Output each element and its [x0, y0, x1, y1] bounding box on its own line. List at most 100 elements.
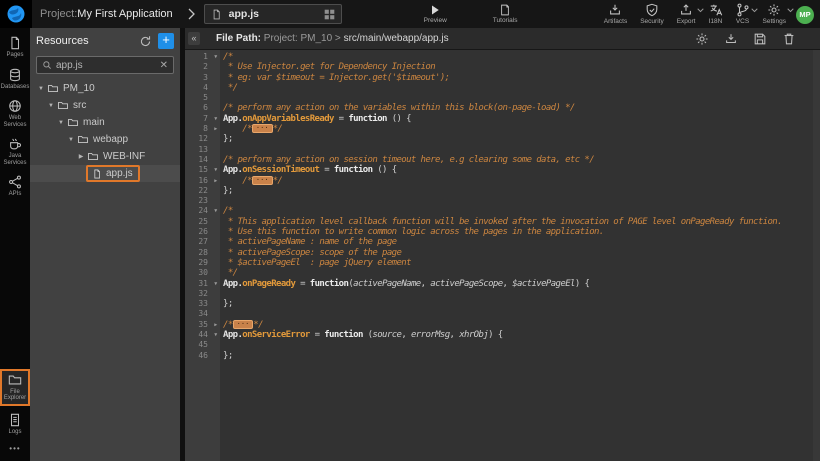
tree-item-main[interactable]: ▼ main: [30, 114, 180, 131]
code-line[interactable]: 16 ▶ /*···*/: [185, 176, 820, 186]
code-line[interactable]: 1 ▼ /*: [185, 52, 820, 62]
fold-spacer: [211, 155, 220, 165]
grid-icon[interactable]: [324, 9, 335, 20]
code-line[interactable]: 30 */: [185, 268, 820, 278]
artifacts-button[interactable]: Artifacts: [604, 3, 627, 25]
delete-file-button[interactable]: [782, 32, 796, 46]
fold-toggle[interactable]: ▼: [211, 279, 220, 289]
fold-toggle[interactable]: ▼: [211, 206, 220, 216]
code-line[interactable]: 45: [185, 340, 820, 350]
search-input[interactable]: [56, 60, 156, 71]
fold-spacer: [211, 268, 220, 278]
download-file-button[interactable]: [724, 32, 738, 46]
more-button[interactable]: •••: [9, 444, 20, 453]
sidebar-item-databases[interactable]: Databases: [0, 68, 30, 91]
tree-expand-arrow[interactable]: ▼: [66, 137, 76, 143]
tree-expand-arrow[interactable]: ▶: [76, 153, 86, 160]
code-line[interactable]: 12 };: [185, 134, 820, 144]
code-line[interactable]: 4 */: [185, 83, 820, 93]
close-icon[interactable]: ✕: [160, 60, 168, 71]
folded-code-placeholder[interactable]: ···: [252, 124, 273, 133]
code-line[interactable]: 32: [185, 289, 820, 299]
code-line[interactable]: 34: [185, 309, 820, 319]
export-button[interactable]: Export: [677, 3, 696, 25]
code-line[interactable]: 13: [185, 145, 820, 155]
code-line[interactable]: 27 * activePageName : name of the page: [185, 237, 820, 247]
tree-item-label: main: [83, 117, 105, 128]
code-line[interactable]: 29 * $activePageEl : page jQuery element: [185, 258, 820, 268]
code-line[interactable]: 44 ▼ App.onServiceError = function (sour…: [185, 330, 820, 340]
folded-code-placeholder[interactable]: ···: [233, 320, 254, 329]
sidebar-item-pages[interactable]: Pages: [0, 36, 30, 59]
settings-button[interactable]: Settings: [763, 3, 787, 25]
code-line[interactable]: 24 ▼ /*: [185, 206, 820, 216]
code-line[interactable]: 31 ▼ App.onPageReady = function(activePa…: [185, 279, 820, 289]
app-logo[interactable]: [0, 0, 32, 28]
code-line[interactable]: 23: [185, 196, 820, 206]
preview-button[interactable]: Preview: [424, 4, 447, 24]
code-line[interactable]: 28 * activePageScope: scope of the page: [185, 248, 820, 258]
fold-spacer: [211, 351, 220, 361]
fold-toggle[interactable]: ▼: [211, 165, 220, 175]
code-line[interactable]: 26 * Use this function to write common l…: [185, 227, 820, 237]
code-line[interactable]: 25 * This application level callback fun…: [185, 217, 820, 227]
code-line[interactable]: 22 };: [185, 186, 820, 196]
file-settings-button[interactable]: [695, 32, 709, 46]
export-up-icon: [679, 3, 693, 17]
line-number: 4: [185, 83, 211, 93]
sidebar-item-web-services[interactable]: Web Services: [0, 99, 30, 128]
tree-expand-arrow[interactable]: ▼: [46, 103, 56, 109]
avatar[interactable]: MP: [796, 6, 814, 24]
fold-toggle[interactable]: ▶: [211, 176, 220, 186]
code-line[interactable]: 7 ▼ App.onAppVariablesReady = function (…: [185, 114, 820, 124]
resource-search[interactable]: ✕: [36, 56, 174, 74]
tree-item-pm_10[interactable]: ▼ PM_10: [30, 80, 180, 97]
i18n-button[interactable]: I18N: [709, 3, 723, 25]
fold-toggle[interactable]: ▼: [211, 330, 220, 340]
code-editor[interactable]: 1 ▼ /*2 * Use Injector.get for Dependenc…: [185, 50, 820, 461]
fold-spacer: [211, 217, 220, 227]
code-token: (: [363, 330, 373, 340]
security-button[interactable]: Security: [640, 3, 663, 25]
code-line[interactable]: 33 };: [185, 299, 820, 309]
fold-toggle[interactable]: ▶: [211, 320, 220, 330]
tree-item-app.js[interactable]: app.js: [30, 165, 180, 182]
code-line[interactable]: 3 * eg: var $timeout = Injector.get('$ti…: [185, 73, 820, 83]
save-file-button[interactable]: [753, 32, 767, 46]
tree-expand-arrow[interactable]: ▼: [36, 86, 46, 92]
code-line[interactable]: 15 ▼ App.onSessionTimeout = function () …: [185, 165, 820, 175]
collapse-panel-button[interactable]: «: [188, 32, 200, 45]
line-number: 7: [185, 114, 211, 124]
fold-toggle[interactable]: ▼: [211, 52, 220, 62]
code-line[interactable]: 6 /* perform any action on the variables…: [185, 103, 820, 113]
code-line[interactable]: 35 ▶ /*···*/: [185, 320, 820, 330]
fold-toggle[interactable]: ▶: [211, 124, 220, 134]
folded-code-placeholder[interactable]: ···: [252, 176, 273, 185]
sidebar-item-apis[interactable]: APIs: [0, 175, 30, 198]
tree-expand-arrow[interactable]: ▼: [56, 120, 66, 126]
tree-item-src[interactable]: ▼ src: [30, 97, 180, 114]
fold-toggle[interactable]: ▼: [211, 114, 220, 124]
line-number: 45: [185, 340, 211, 350]
tree-item-web-inf[interactable]: ▶ WEB-INF: [30, 148, 180, 165]
editor-scrollbar[interactable]: [813, 50, 820, 461]
code-token: /*: [223, 52, 233, 62]
vcs-button[interactable]: VCS: [736, 3, 750, 25]
code-line[interactable]: 46 };: [185, 351, 820, 361]
code-line[interactable]: 8 ▶ /*···*/: [185, 124, 820, 134]
code-line[interactable]: 5: [185, 93, 820, 103]
code-line[interactable]: 2 * Use Injector.get for Dependency Inje…: [185, 62, 820, 72]
sidebar-item-logs[interactable]: Logs: [0, 413, 30, 436]
sidebar-item-java-services[interactable]: Java Services: [0, 137, 30, 166]
tab-appjs[interactable]: app.js: [204, 4, 342, 24]
tree-item-webapp[interactable]: ▼ webapp: [30, 131, 180, 148]
code-line[interactable]: 14 /* perform any action on session time…: [185, 155, 820, 165]
code-token: ) {: [575, 279, 589, 289]
add-resource-button[interactable]: +: [158, 33, 174, 49]
fold-spacer: [211, 227, 220, 237]
refresh-icon[interactable]: [139, 35, 152, 48]
sidebar-item-file-explorer[interactable]: File Explorer: [0, 369, 30, 406]
tutorials-button[interactable]: Tutorials: [493, 4, 518, 24]
activity-bar: Pages Databases Web Services Java Servic…: [0, 28, 30, 461]
selected-file-highlight: app.js: [86, 165, 140, 182]
